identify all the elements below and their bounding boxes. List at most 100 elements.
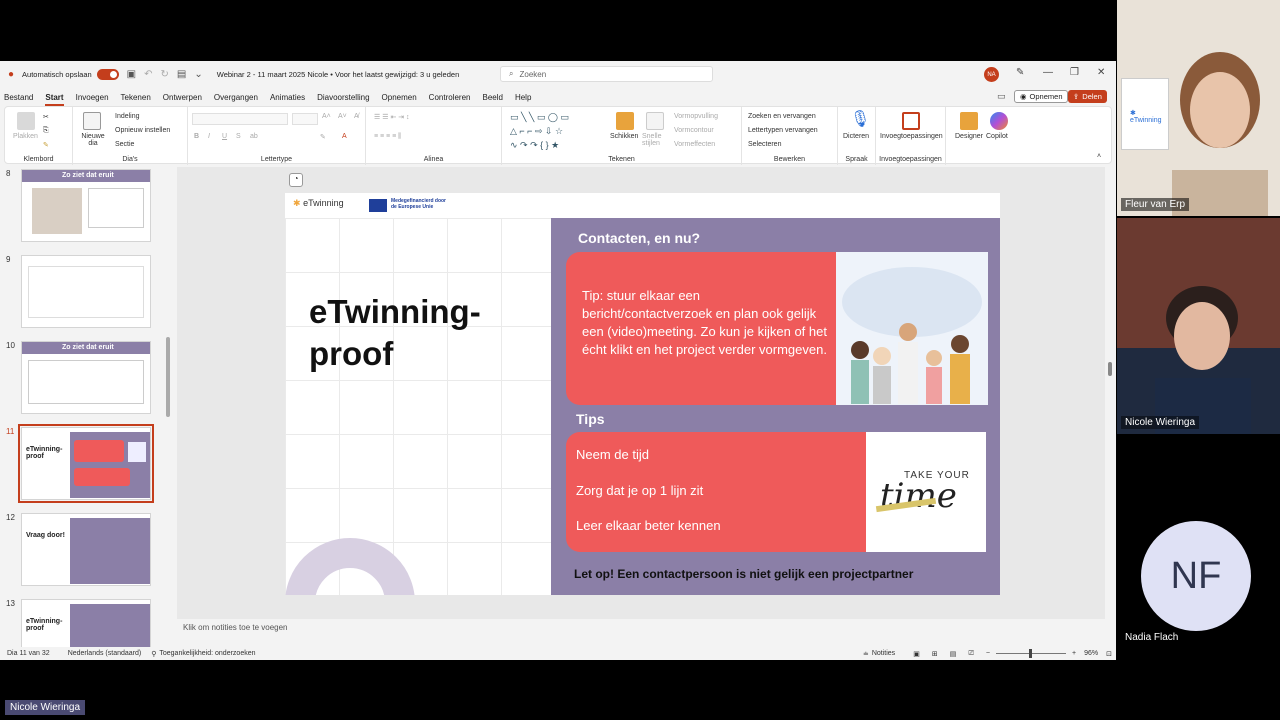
bold-button[interactable]: B [194,133,199,140]
fit-slide-icon[interactable]: ⊡ [1106,650,1112,658]
slide-thumbnail[interactable]: Zo ziet dat eruit [21,169,151,242]
reset-button[interactable]: Opnieuw instellen [115,127,170,134]
character-spacing-button[interactable]: ab [250,133,258,140]
italic-button[interactable]: I [208,133,210,140]
slide[interactable]: ✱ eTwinning Medegefinancierd door de Eur… [285,193,1000,595]
align-icons[interactable]: ≡ ≡ ≡ ≡ ⫼ [374,133,401,141]
slides-group: Nieuwe dia Indeling Opnieuw instellen Se… [73,107,188,165]
tab-invoegen[interactable]: Invoegen [72,93,117,102]
customize-quick-access-icon[interactable]: ⌄ [194,69,202,80]
grow-font-icon[interactable]: A˄ [322,113,331,120]
accessibility-status[interactable]: Toegankelijkheid: onderzoeken [159,650,255,657]
pen-icon[interactable]: ✎ [1016,67,1024,78]
quick-styles-icon[interactable] [646,112,664,130]
font-name-field[interactable] [192,113,288,125]
tab-ontwerpen[interactable]: Ontwerpen [159,93,210,102]
underline-button[interactable]: U [222,133,227,140]
reading-view-icon[interactable]: ▤ [950,650,957,658]
normal-view-icon[interactable]: ▣ [913,650,920,658]
new-slide-button[interactable]: Nieuwe dia [77,133,109,147]
zoom-slider-thumb[interactable] [1029,649,1033,658]
slide-thumbnail[interactable]: Vraag door! [21,513,151,586]
shrink-font-icon[interactable]: A˅ [338,113,347,120]
tab-overgangen[interactable]: Overgangen [210,93,266,102]
shape-effects-button[interactable]: Vormeffecten [674,141,715,148]
tab-controleren[interactable]: Controleren [425,93,479,102]
copilot-icon[interactable] [990,112,1008,130]
user-avatar[interactable]: NA [984,67,999,82]
paste-button[interactable]: Plakken [13,133,38,140]
slideshow-icon[interactable]: ⎚ [968,650,974,658]
shape-outline-button[interactable]: Vormcontour [674,127,714,134]
slide-thumbnail[interactable] [21,255,151,328]
tab-help[interactable]: Help [511,93,539,102]
section-button[interactable]: Sectie [115,141,134,148]
microphone-icon[interactable]: 🎙 [850,109,870,129]
notes-pane[interactable]: Klik om notities toe te voegen [177,621,1105,643]
clear-format-icon[interactable]: A̸ [354,113,359,120]
replace-fonts-button[interactable]: Lettertypen vervangen [748,127,818,134]
save-icon[interactable]: ▣ [127,69,136,80]
font-size-field[interactable] [292,113,318,125]
designer-ideas-icon[interactable]: ◔ [289,173,303,187]
shape-fill-button[interactable]: Vormopvulling [674,113,718,120]
undo-icon[interactable]: ↶ [144,69,152,80]
paste-icon[interactable] [17,112,35,130]
addins-icon[interactable] [902,112,920,130]
search-box[interactable]: ⌕ Zoeken [500,66,713,82]
participant-video [1172,52,1268,216]
designer-button[interactable]: Designer [955,133,983,140]
shapes-gallery-row3-icon[interactable]: ∿ ↷ ↷ { } ★ [510,140,559,151]
tab-bestand[interactable]: Bestand [0,93,41,102]
addins-button[interactable]: Invoegtoepassingen [880,133,943,140]
collapse-ribbon-icon[interactable]: ˄ [1097,153,1101,160]
share-button[interactable]: ⇪ Delen [1068,90,1107,103]
notes-button[interactable]: Notities [872,650,895,657]
bullets-icon[interactable]: ☰ ☰ ⇤ ⇥ ↕ [374,113,410,121]
document-title[interactable]: Webinar 2 - 11 maart 2025 Nicole • Voor … [217,70,460,79]
autosave-toggle[interactable] [96,68,119,80]
find-replace-button[interactable]: Zoeken en vervangen [748,113,816,120]
tab-diavoorstelling[interactable]: Diavoorstelling [313,93,377,102]
new-slide-icon[interactable] [83,112,101,130]
zoom-slider[interactable] [996,649,1067,658]
select-button[interactable]: Selecteren [748,141,781,148]
shapes-gallery-icon[interactable]: ▭ ╲ ╲ ▭ ◯ ▭ [510,112,569,123]
cut-icon[interactable]: ✂ [43,113,49,121]
arrange-icon[interactable] [616,112,634,130]
close-icon[interactable]: ✕ [1097,67,1105,78]
comments-icon[interactable]: ▭ [997,91,1006,102]
record-button[interactable]: ◉ Opnemen [1014,90,1069,103]
thumbnails-scrollbar[interactable] [166,337,170,417]
tab-start[interactable]: Start [41,93,71,106]
canvas-scrollbar[interactable] [1108,362,1112,376]
present-icon[interactable]: ▤ [177,69,186,80]
slide-sorter-icon[interactable]: ⊞ [932,650,938,658]
tab-opnemen[interactable]: Opnemen [378,93,425,102]
zoom-in-icon[interactable]: + [1072,650,1076,657]
restore-icon[interactable]: ❐ [1070,67,1079,78]
slide-thumbnail[interactable]: eTwinning-proof [21,599,151,647]
dictate-button[interactable]: Dicteren [843,133,869,140]
font-color-icon[interactable]: A [342,133,347,140]
quick-styles-button[interactable]: Snelle stijlen [642,133,668,147]
shapes-gallery-row2-icon[interactable]: △ ⌐ ⌐ ⇨ ⇩ ☆ [510,126,563,137]
slide-thumbnail-selected[interactable]: eTwinning-proof [18,424,154,503]
designer-icon[interactable] [960,112,978,130]
format-painter-icon[interactable]: ✎ [43,141,49,149]
language-status[interactable]: Nederlands (standaard) [68,650,142,657]
tab-beeld[interactable]: Beeld [478,93,510,102]
tab-animaties[interactable]: Animaties [266,93,313,102]
zoom-out-icon[interactable]: − [986,650,990,657]
minimize-icon[interactable]: — [1043,67,1053,78]
strikethrough-button[interactable]: S [236,133,241,140]
arrange-button[interactable]: Schikken [610,133,638,140]
redo-icon[interactable]: ↻ [161,69,169,80]
copy-icon[interactable]: ⎘ [43,127,49,135]
tab-tekenen[interactable]: Tekenen [117,93,159,102]
copilot-button[interactable]: Copilot [986,133,1008,140]
highlight-icon[interactable]: ✎ [320,133,326,141]
zoom-level[interactable]: 96% [1084,650,1098,657]
layout-button[interactable]: Indeling [115,113,140,120]
slide-thumbnail[interactable]: Zo ziet dat eruit [21,341,151,414]
